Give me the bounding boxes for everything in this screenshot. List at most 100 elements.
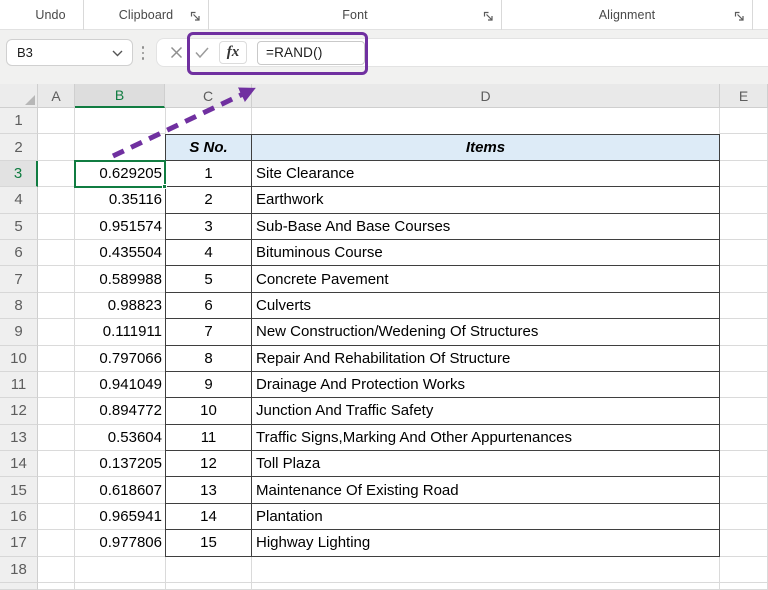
cell-B7[interactable]: 0.589988: [75, 266, 165, 293]
column-header-B[interactable]: B: [75, 84, 165, 108]
row-header-13[interactable]: 13: [0, 424, 38, 452]
cell-C7[interactable]: 5: [165, 266, 252, 293]
row-header-2[interactable]: 2: [0, 134, 38, 161]
cell-A4[interactable]: [38, 187, 75, 214]
cell-E12[interactable]: [720, 398, 768, 425]
cell-D3[interactable]: Site Clearance: [252, 160, 720, 188]
cell-D12[interactable]: Junction And Traffic Safety: [252, 398, 720, 425]
row-header-7[interactable]: 7: [0, 266, 38, 293]
cell-C17[interactable]: 15: [165, 530, 252, 557]
cell-E10[interactable]: [720, 345, 768, 372]
cell-D17[interactable]: Highway Lighting: [252, 530, 720, 557]
cell-B12[interactable]: 0.894772: [75, 398, 165, 425]
cell-A10[interactable]: [38, 345, 75, 372]
cell-B16[interactable]: 0.965941: [75, 503, 165, 531]
cell-D16[interactable]: Plantation: [252, 503, 720, 531]
cell-D4[interactable]: Earthwork: [252, 187, 720, 214]
cell-A3[interactable]: [38, 160, 75, 188]
cell-B4[interactable]: 0.35116: [75, 187, 165, 214]
cell-B2[interactable]: [75, 134, 165, 161]
cell-E18[interactable]: [720, 556, 768, 584]
cell-A1[interactable]: [38, 108, 75, 135]
cell-C1[interactable]: [165, 108, 252, 135]
cell-B19[interactable]: [75, 583, 165, 590]
cell-E16[interactable]: [720, 503, 768, 531]
cell-A13[interactable]: [38, 424, 75, 452]
cell-D7[interactable]: Concrete Pavement: [252, 266, 720, 293]
row-header-11[interactable]: 11: [0, 371, 38, 399]
row-header-16[interactable]: 16: [0, 503, 38, 531]
cell-E9[interactable]: [720, 319, 768, 346]
cell-D1[interactable]: [252, 108, 720, 135]
cell-A7[interactable]: [38, 266, 75, 293]
cell-D13[interactable]: Traffic Signs,Marking And Other Appurten…: [252, 424, 720, 452]
cell-E14[interactable]: [720, 451, 768, 478]
cell-A5[interactable]: [38, 213, 75, 240]
cell-B13[interactable]: 0.53604: [75, 424, 165, 452]
cell-E13[interactable]: [720, 424, 768, 452]
cell-C15[interactable]: 13: [165, 477, 252, 504]
cell-D8[interactable]: Culverts: [252, 292, 720, 320]
row-header-19[interactable]: [0, 583, 38, 590]
column-header-D[interactable]: D: [252, 84, 720, 108]
cell-A15[interactable]: [38, 477, 75, 504]
cell-D9[interactable]: New Construction/Wedening Of Structures: [252, 319, 720, 346]
chevron-down-icon[interactable]: [112, 50, 123, 57]
cell-C9[interactable]: 7: [165, 319, 252, 346]
cell-A19[interactable]: [38, 583, 75, 590]
cell-B10[interactable]: 0.797066: [75, 345, 165, 372]
name-box[interactable]: B3: [6, 39, 133, 66]
row-header-4[interactable]: 4: [0, 187, 38, 214]
row-header-18[interactable]: 18: [0, 556, 38, 584]
cell-B8[interactable]: 0.98823: [75, 292, 165, 320]
cell-C8[interactable]: 6: [165, 292, 252, 320]
cell-C5[interactable]: 3: [165, 213, 252, 240]
row-header-15[interactable]: 15: [0, 477, 38, 504]
cell-B5[interactable]: 0.951574: [75, 213, 165, 240]
cell-E7[interactable]: [720, 266, 768, 293]
cell-E8[interactable]: [720, 292, 768, 320]
cell-B18[interactable]: [75, 556, 165, 584]
cell-C3[interactable]: 1: [165, 160, 252, 188]
row-header-6[interactable]: 6: [0, 239, 38, 267]
cell-E1[interactable]: [720, 108, 768, 135]
cell-C2[interactable]: S No.: [165, 134, 252, 161]
row-header-17[interactable]: 17: [0, 530, 38, 557]
cell-C4[interactable]: 2: [165, 187, 252, 214]
cell-E11[interactable]: [720, 371, 768, 399]
row-header-8[interactable]: 8: [0, 292, 38, 320]
cell-C6[interactable]: 4: [165, 239, 252, 267]
cancel-icon[interactable]: [163, 41, 189, 64]
column-header-C[interactable]: C: [165, 84, 252, 108]
cell-A2[interactable]: [38, 134, 75, 161]
row-header-1[interactable]: 1: [0, 108, 38, 135]
cell-B6[interactable]: 0.435504: [75, 239, 165, 267]
cell-A17[interactable]: [38, 530, 75, 557]
cell-C16[interactable]: 14: [165, 503, 252, 531]
dialog-launcher-icon[interactable]: [190, 11, 201, 22]
cell-D15[interactable]: Maintenance Of Existing Road: [252, 477, 720, 504]
cell-D6[interactable]: Bituminous Course: [252, 239, 720, 267]
cell-B14[interactable]: 0.137205: [75, 451, 165, 478]
cell-E5[interactable]: [720, 213, 768, 240]
cell-C10[interactable]: 8: [165, 345, 252, 372]
cell-D11[interactable]: Drainage And Protection Works: [252, 371, 720, 399]
row-header-5[interactable]: 5: [0, 213, 38, 240]
cell-B11[interactable]: 0.941049: [75, 371, 165, 399]
row-header-9[interactable]: 9: [0, 319, 38, 346]
cell-B9[interactable]: 0.111911: [75, 319, 165, 346]
cell-E17[interactable]: [720, 530, 768, 557]
cell-C12[interactable]: 10: [165, 398, 252, 425]
cell-B15[interactable]: 0.618607: [75, 477, 165, 504]
cell-B17[interactable]: 0.977806: [75, 530, 165, 557]
cell-C19[interactable]: [165, 583, 252, 590]
column-header-A[interactable]: A: [38, 84, 75, 108]
cell-E4[interactable]: [720, 187, 768, 214]
dialog-launcher-icon[interactable]: [483, 11, 494, 22]
cell-D14[interactable]: Toll Plaza: [252, 451, 720, 478]
cell-C18[interactable]: [165, 556, 252, 584]
cell-E15[interactable]: [720, 477, 768, 504]
cell-E3[interactable]: [720, 160, 768, 188]
cell-E19[interactable]: [720, 583, 768, 590]
cell-C13[interactable]: 11: [165, 424, 252, 452]
